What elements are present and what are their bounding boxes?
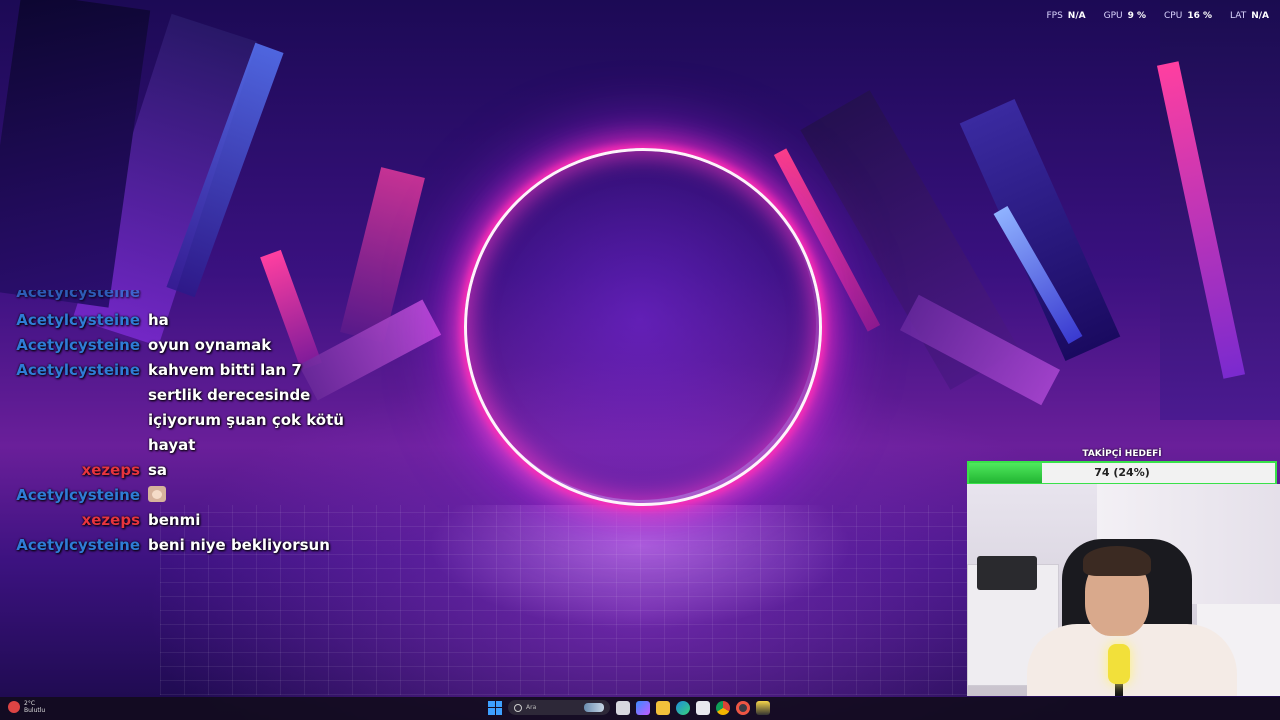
file-explorer-icon[interactable] [656,700,670,715]
chat-message: xezeps benmi [0,508,360,533]
goal-title: TAKİPÇİ HEDEFİ [1082,449,1162,459]
chat-username: Acetylcysteine [16,361,140,379]
chat-message: Acetylcysteine beni niye bekliyorsun [0,533,360,558]
chat-username: Acetylcysteine [16,336,140,354]
search-placeholder: Ara [526,704,537,711]
copilot-icon[interactable] [636,700,650,715]
chat-message: xezeps sa [0,458,360,483]
stat-gpu: GPU 9 % [1103,11,1147,21]
chat-text: ha [148,311,169,329]
webcam-device [977,556,1037,590]
chat-message: Acetylcysteine [0,483,360,508]
edge-icon[interactable] [676,700,690,715]
chat-text: oyun oynamak [148,336,272,354]
neon-ring [464,148,822,506]
search-box[interactable]: Ara [508,700,610,715]
weather-icon [8,701,20,713]
stat-cpu: CPU 16 % [1164,11,1213,21]
chat-username: Acetylcysteine [16,290,140,301]
goal-progress-bar: 74 (24%) [967,461,1277,485]
weather-desc: Bulutlu [24,707,46,714]
search-icon [514,703,522,712]
chat-message: Acetylcysteine ha [0,308,360,333]
weather-widget[interactable]: 2°C Bulutlu [8,700,45,714]
weather-temp: 2°C [24,700,36,707]
chat-message: Acetylcysteine kahvem bitti lan 7 sertli… [0,358,360,458]
chat-message-partial: Acetylcysteine [0,290,360,308]
chat-text: benmi [148,511,201,529]
chat-overlay: Acetylcysteine Acetylcysteine ha Acetylc… [0,290,360,558]
task-view-icon[interactable] [616,700,630,715]
chat-username: Acetylcysteine [16,536,140,554]
microphone [1108,644,1130,684]
stat-lat: LAT N/A [1230,11,1269,21]
follower-goal-widget: TAKİPÇİ HEDEFİ 74 (24%) [967,449,1277,485]
chrome-icon[interactable] [716,700,730,715]
search-highlight-icon [584,703,604,712]
taskbar: 2°C Bulutlu Ara [0,697,1280,720]
webcam-person-hair [1083,546,1151,576]
chat-text: sa [148,461,168,479]
chat-username: xezeps [81,511,140,529]
chat-message: Acetylcysteine oyun oynamak [0,333,360,358]
performance-stats: FPS N/A GPU 9 % CPU 16 % LAT N/A [1046,11,1269,21]
goal-progress-label: 74 (24%) [1094,466,1150,479]
obs-icon[interactable] [736,700,750,715]
chat-text: beni niye bekliyorsun [148,536,330,554]
chat-username: Acetylcysteine [16,311,140,329]
stat-fps: FPS N/A [1046,11,1086,21]
chat-username: xezeps [81,461,140,479]
cat-emote-icon [148,486,166,502]
chat-text: kahvem bitti lan 7 sertlik derecesinde i… [148,361,344,454]
start-icon[interactable] [488,700,502,715]
chat-username: Acetylcysteine [16,486,140,504]
store-icon[interactable] [696,700,710,715]
taskbar-center: Ara [488,700,770,715]
app-icon[interactable] [756,700,770,715]
webcam-feed [967,484,1280,696]
webcam-person-body [1027,624,1237,696]
